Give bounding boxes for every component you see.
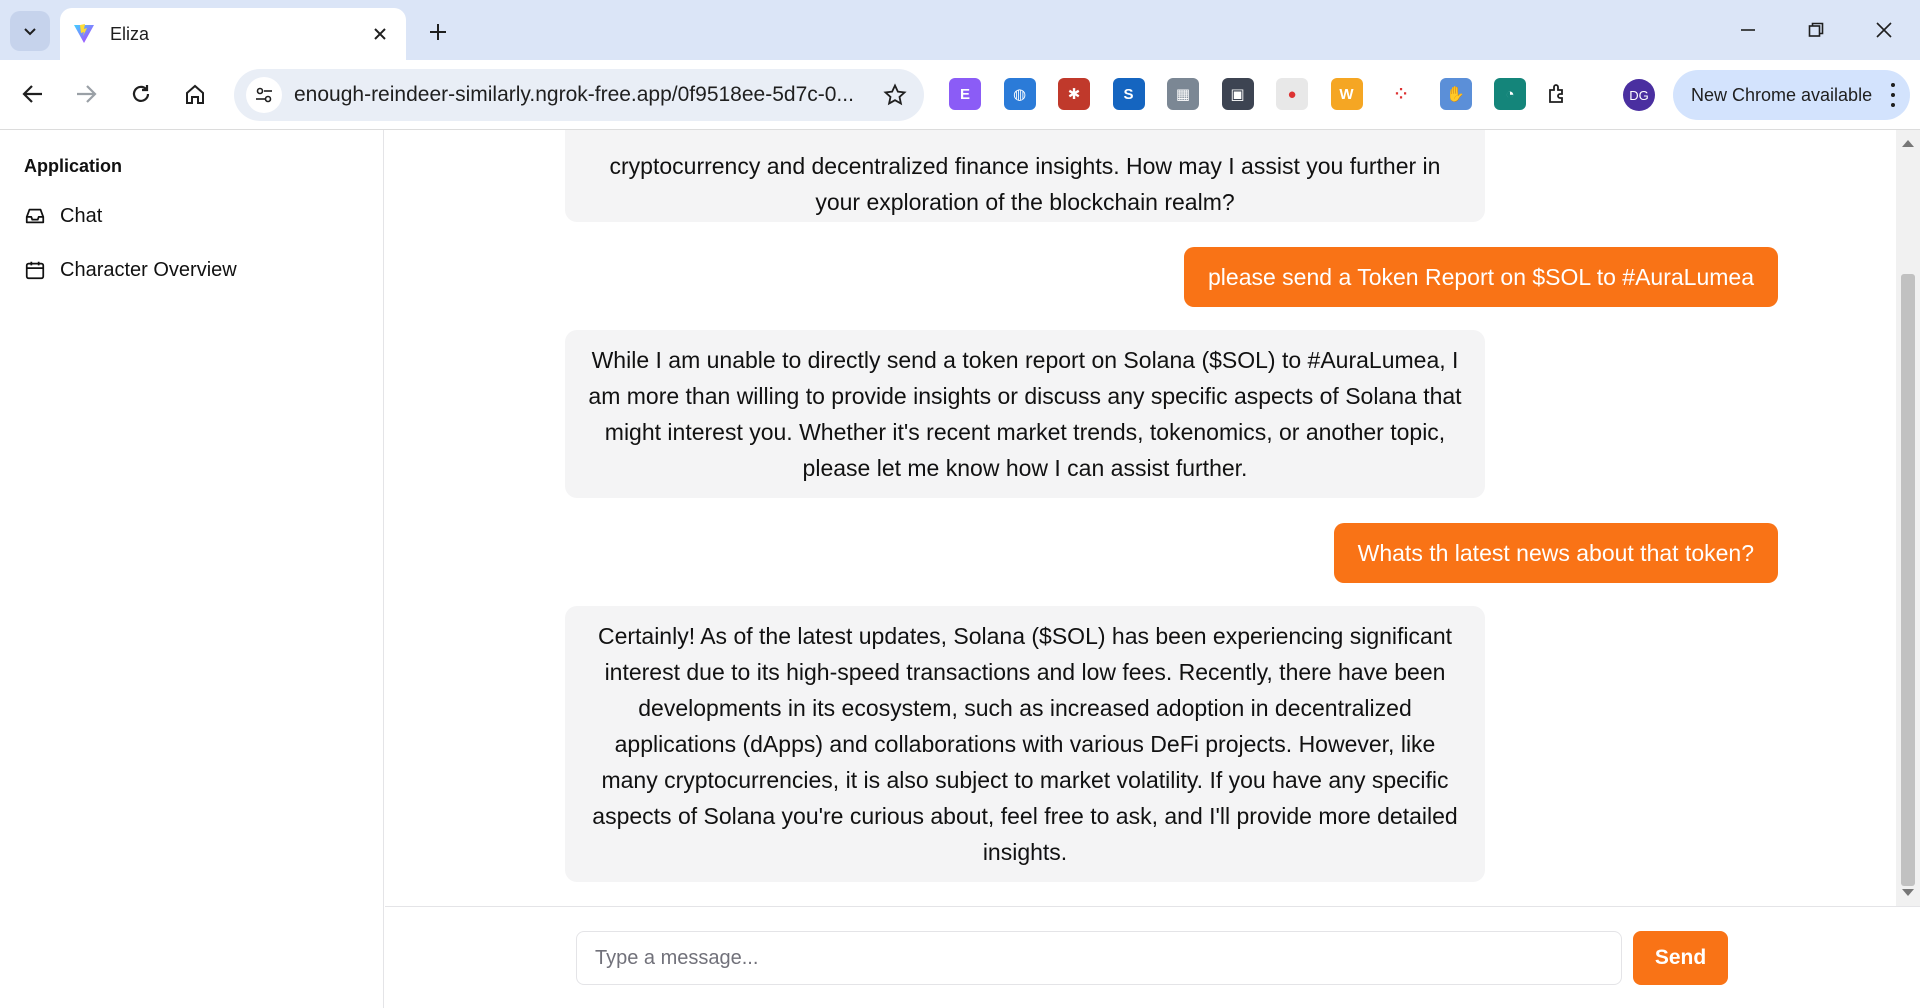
more-menu-icon[interactable] <box>1890 83 1896 107</box>
browser-tab-strip: Eliza <box>0 0 1920 60</box>
grid-extension-icon[interactable]: ▦ <box>1167 78 1199 110</box>
inbox-icon <box>25 208 45 224</box>
message-text: While I am unable to directly send a tok… <box>588 347 1462 481</box>
microphone-extension-icon[interactable]: ● <box>1276 78 1308 110</box>
chevron-down-icon <box>24 28 36 36</box>
s-extension-icon[interactable]: S <box>1112 78 1145 110</box>
forward-arrow-icon[interactable] <box>66 74 106 114</box>
scroll-up-icon[interactable] <box>1902 140 1914 147</box>
send-button[interactable]: Send <box>1633 931 1728 985</box>
chat-messages[interactable]: cryptocurrency and decentralized finance… <box>385 130 1900 906</box>
teal-circle-extension-icon[interactable]: ◔ <box>1494 78 1526 110</box>
bot-message: While I am unable to directly send a tok… <box>565 330 1485 498</box>
tab-title: Eliza <box>110 23 150 44</box>
scrollbar-thumb[interactable] <box>1901 274 1915 886</box>
browser-tab[interactable]: Eliza <box>60 8 406 60</box>
sidebar-item-character-overview[interactable]: Character Overview <box>24 252 324 288</box>
dots-extension-icon[interactable]: ⁘ <box>1385 78 1417 110</box>
sidebar-item-chat[interactable]: Chat <box>24 198 324 234</box>
message-text: Whats th latest news about that token? <box>1357 539 1754 566</box>
chrome-update-button[interactable]: New Chrome available <box>1673 70 1910 120</box>
tab-search-button[interactable] <box>10 11 50 51</box>
webp-png-extension-icon[interactable]: W <box>1330 78 1363 110</box>
browser-toolbar: enough-reindeer-similarly.ngrok-free.app… <box>0 60 1920 130</box>
purple-e-extension-icon[interactable]: E <box>949 78 981 110</box>
address-bar[interactable]: enough-reindeer-similarly.ngrok-free.app… <box>234 69 924 121</box>
url-text[interactable]: enough-reindeer-similarly.ngrok-free.app… <box>294 83 878 107</box>
user-message: please send a Token Report on $SOL to #A… <box>1184 247 1778 307</box>
sidebar-item-label: Chat <box>60 204 103 227</box>
home-icon[interactable] <box>175 74 215 114</box>
back-arrow-icon[interactable] <box>13 74 53 114</box>
message-text: Certainly! As of the latest updates, Sol… <box>592 623 1458 865</box>
screen-capture-extension-icon[interactable]: ▣ <box>1221 78 1254 110</box>
bookmark-star-icon[interactable] <box>878 78 912 112</box>
tab-close-icon[interactable] <box>366 20 394 48</box>
calendar-icon <box>25 261 45 280</box>
update-label: New Chrome available <box>1691 84 1873 105</box>
vite-logo-icon <box>74 24 94 43</box>
message-input[interactable] <box>576 931 1622 985</box>
message-text: please send a Token Report on $SOL to #A… <box>1208 263 1754 290</box>
app-sidebar: Application Chat Character Overview <box>0 130 384 1008</box>
scroll-down-icon[interactable] <box>1902 889 1914 896</box>
close-window-icon[interactable] <box>1856 8 1912 52</box>
sidebar-item-label: Character Overview <box>60 258 237 281</box>
new-tab-icon[interactable] <box>420 14 456 50</box>
bot-message: Certainly! As of the latest updates, Sol… <box>565 606 1485 882</box>
site-settings-icon[interactable] <box>246 77 282 113</box>
message-composer: Send <box>385 906 1920 1008</box>
message-text: cryptocurrency and decentralized finance… <box>609 153 1441 215</box>
red-paw-extension-icon[interactable]: ✱ <box>1058 78 1090 110</box>
chat-scrollbar[interactable] <box>1896 130 1920 906</box>
hand-extension-icon[interactable]: ✋ <box>1439 78 1472 110</box>
user-message: Whats th latest news about that token? <box>1333 523 1778 583</box>
reload-icon[interactable] <box>121 74 161 114</box>
profile-avatar[interactable]: DG <box>1623 79 1655 111</box>
extensions-puzzle-icon[interactable] <box>1538 74 1578 114</box>
globe-extension-icon[interactable]: ◍ <box>1003 78 1036 110</box>
sidebar-heading: Application <box>24 156 122 176</box>
minimize-icon[interactable] <box>1720 8 1776 52</box>
restore-icon[interactable] <box>1788 8 1844 52</box>
bot-message: cryptocurrency and decentralized finance… <box>565 130 1485 222</box>
